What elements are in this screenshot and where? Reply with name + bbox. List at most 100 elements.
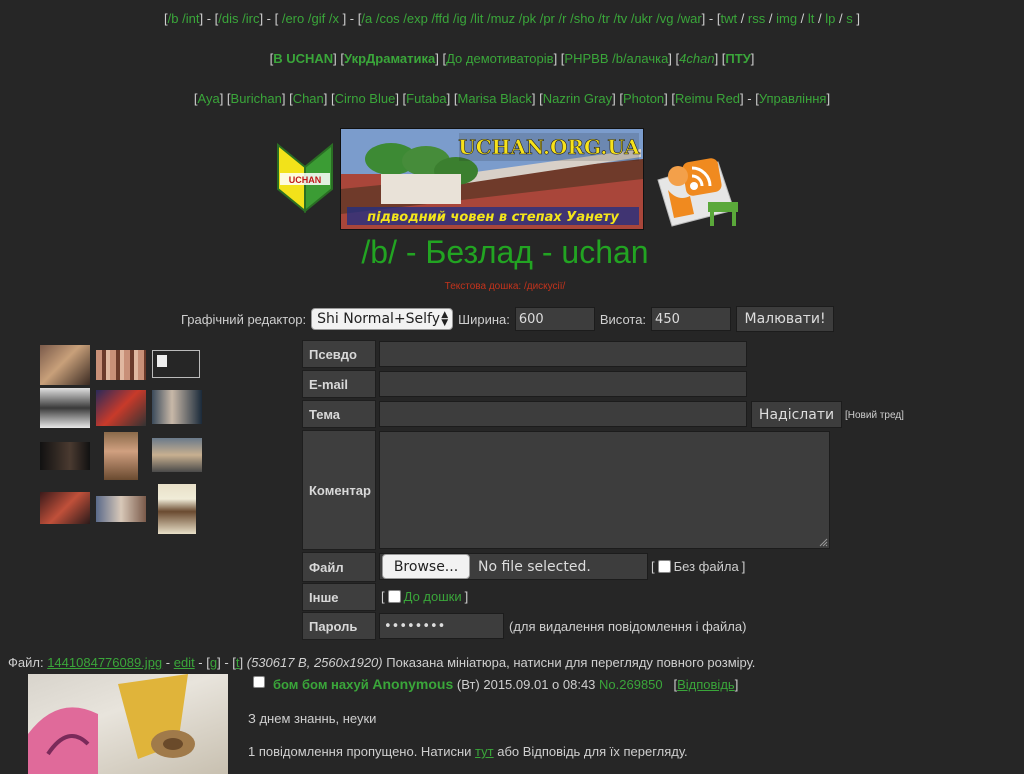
thumbnail-image[interactable] xyxy=(158,484,196,534)
thumbnail-image[interactable] xyxy=(40,492,90,524)
comment-textarea[interactable] xyxy=(379,431,830,549)
subject-label: Тема xyxy=(302,400,376,428)
post-file-link[interactable]: 1441084776089.jpg xyxy=(47,655,162,670)
nav-link-b[interactable]: /b xyxy=(168,11,179,26)
nav-link-muz[interactable]: /muz xyxy=(487,11,515,26)
nav-link-dis[interactable]: /dis xyxy=(218,11,238,26)
nav-link-demotivators[interactable]: До демотиваторів xyxy=(446,51,553,66)
nav-link-ffd[interactable]: /ffd xyxy=(432,11,450,26)
other-label: Інше xyxy=(302,583,376,611)
style-link-marisa-black[interactable]: Marisa Black xyxy=(457,91,531,106)
thumbnail-image[interactable] xyxy=(40,388,90,428)
bracket-close: ] xyxy=(464,589,469,604)
thumbnail-broken-image[interactable] xyxy=(152,350,200,378)
style-link-chan[interactable]: Chan xyxy=(293,91,324,106)
nav-link-ukrdramatica[interactable]: УкрДраматика xyxy=(344,51,435,66)
nav-link-rss[interactable]: rss xyxy=(748,11,765,26)
nav-link-exp[interactable]: /exp xyxy=(403,11,428,26)
nav-link-a[interactable]: /a xyxy=(361,11,372,26)
expand-thread-link[interactable]: тут xyxy=(475,744,494,759)
nav-link-gif[interactable]: /gif xyxy=(308,11,325,26)
style-link-cirno-blue[interactable]: Cirno Blue xyxy=(335,91,396,106)
nav-link-pk[interactable]: /pk xyxy=(519,11,536,26)
no-file-text: No file selected. xyxy=(478,558,591,575)
height-input[interactable]: 450 xyxy=(651,307,732,331)
nav-link-b-uchan[interactable]: B UCHAN xyxy=(273,51,333,66)
board-discussion-link[interactable]: /дискусії/ xyxy=(524,281,565,292)
resize-handle-icon[interactable] xyxy=(818,537,828,547)
post-subject: бом бом нахуй xyxy=(273,677,369,692)
nav-link-lp[interactable]: lp xyxy=(825,11,835,26)
name-input[interactable] xyxy=(379,341,747,367)
new-thread-note: [Новий тред] xyxy=(845,410,904,421)
width-input[interactable]: 600 xyxy=(514,307,595,331)
bracket-close: ] xyxy=(741,559,746,574)
no-file-option: [ Без файла ] xyxy=(651,559,745,574)
nav-link-4chan[interactable]: 4chan xyxy=(679,51,714,66)
uchan-shield-logo[interactable]: UCHAN xyxy=(276,142,334,214)
nav-link-irc[interactable]: /irc xyxy=(242,11,259,26)
password-input[interactable]: •••••••• xyxy=(379,613,504,639)
thumbnail-image[interactable] xyxy=(40,345,90,385)
post-body: З днем знаннь, неуки xyxy=(248,711,377,726)
google-search-link[interactable]: g xyxy=(210,655,217,670)
tineye-search-link[interactable]: t xyxy=(236,655,240,670)
nav-link-pr[interactable]: /pr xyxy=(540,11,555,26)
post-author: Anonymous xyxy=(372,676,454,692)
thumbnail-image[interactable] xyxy=(40,442,90,470)
uchan-banner[interactable]: UCHAN.ORG.UA підводний човен в степах Уа… xyxy=(340,128,644,230)
post-thumbnail[interactable] xyxy=(28,674,228,774)
nav-link-r[interactable]: /r xyxy=(559,11,567,26)
thumbnail-image[interactable] xyxy=(152,438,202,472)
to-board-option: [ До дошки] xyxy=(381,589,468,604)
nav-link-ero[interactable]: /ero xyxy=(282,11,304,26)
style-link-burichan[interactable]: Burichan xyxy=(231,91,282,106)
thumbnail-image[interactable] xyxy=(96,390,146,426)
nav-link-s[interactable]: s xyxy=(846,11,853,26)
reply-link[interactable]: Відповідь xyxy=(677,677,735,692)
nav-link-int[interactable]: /int xyxy=(182,11,199,26)
nav-link-management[interactable]: Управління xyxy=(759,91,827,106)
nav-link-x[interactable]: /x xyxy=(329,11,339,26)
board-subtitle-prefix: Текстова дошка: xyxy=(444,281,524,292)
post-select-checkbox[interactable] xyxy=(253,676,265,688)
editor-select[interactable]: Shi Normal+Selfy ▲ ▼ xyxy=(311,308,454,330)
nav-link-lt[interactable]: lt xyxy=(808,11,815,26)
submit-button[interactable]: Надіслати xyxy=(751,401,842,428)
no-file-checkbox[interactable] xyxy=(657,560,671,573)
nav-link-img[interactable]: img xyxy=(776,11,797,26)
style-link-photon[interactable]: Photon xyxy=(623,91,664,106)
style-link-futaba[interactable]: Futaba xyxy=(406,91,446,106)
nav-link-twt[interactable]: twt xyxy=(720,11,737,26)
to-board-link[interactable]: До дошки xyxy=(404,589,462,604)
nav-link-lit[interactable]: /lit xyxy=(470,11,483,26)
thumbnail-image[interactable] xyxy=(152,390,202,424)
to-board-checkbox[interactable] xyxy=(387,590,401,603)
nav-link-ig[interactable]: /ig xyxy=(453,11,467,26)
nav-link-ukr[interactable]: /ukr xyxy=(631,11,653,26)
browse-button[interactable]: Browse... xyxy=(382,554,470,579)
file-input[interactable]: Browse... No file selected. xyxy=(379,553,648,580)
subject-input[interactable] xyxy=(379,401,747,427)
edit-link[interactable]: edit xyxy=(174,655,195,670)
draw-button[interactable]: Малювати! xyxy=(736,306,835,332)
nav-link-tr[interactable]: /tr xyxy=(598,11,610,26)
style-link-nazrin-gray[interactable]: Nazrin Gray xyxy=(543,91,612,106)
nav-link-tv[interactable]: /tv xyxy=(613,11,627,26)
nav-link-war[interactable]: /war xyxy=(677,11,702,26)
nav-link-phpbb[interactable]: PHPBB /b/алачка xyxy=(564,51,668,66)
nav-link-vg[interactable]: /vg xyxy=(656,11,673,26)
thumbnail-image[interactable] xyxy=(96,496,146,522)
style-link-aya[interactable]: Aya xyxy=(198,91,220,106)
nav-link-cos[interactable]: /cos xyxy=(376,11,400,26)
thumbnail-image[interactable] xyxy=(104,432,138,480)
rss-reader-icon[interactable] xyxy=(648,140,744,230)
post-number-link[interactable]: No.269850 xyxy=(599,677,663,692)
style-link-reimu-red[interactable]: Reimu Red xyxy=(675,91,740,106)
email-input[interactable] xyxy=(379,371,747,397)
file-label: Файл xyxy=(302,552,376,582)
nav-link-ptu[interactable]: ПТУ xyxy=(725,51,750,66)
thumbnail-image[interactable] xyxy=(96,350,146,380)
banner-title-text: UCHAN.ORG.UA xyxy=(458,135,640,159)
nav-link-sho[interactable]: /sho xyxy=(570,11,595,26)
